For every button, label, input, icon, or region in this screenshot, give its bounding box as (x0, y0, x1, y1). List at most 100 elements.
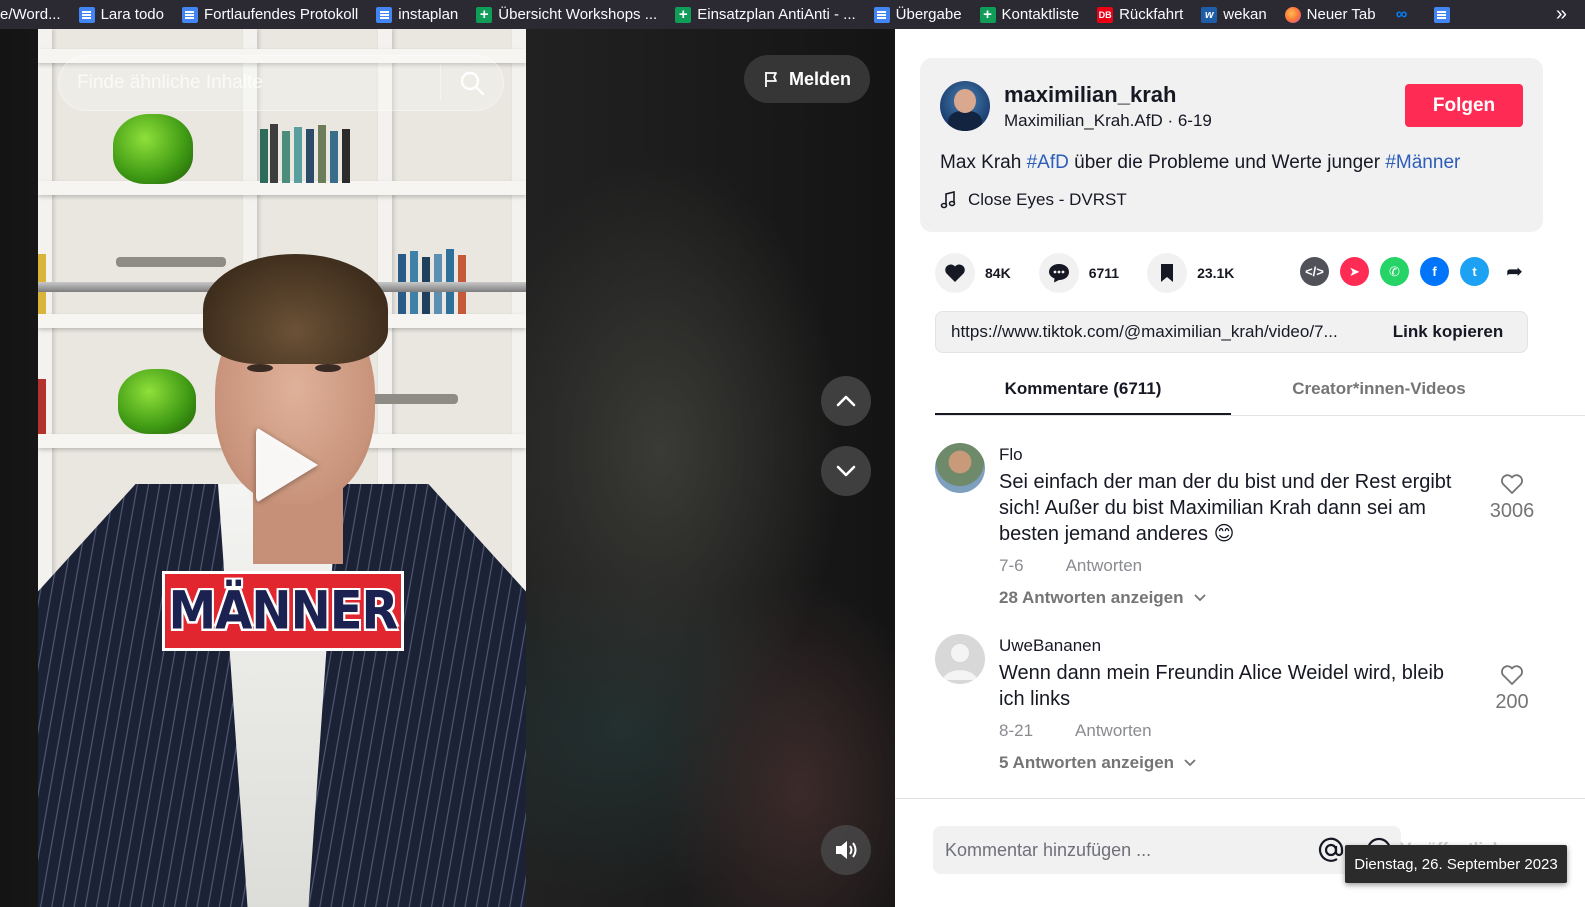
bookmark-item[interactable]: w wekan (1191, 0, 1274, 29)
bookmark-label: Neuer Tab (1306, 6, 1376, 23)
view-replies-button[interactable]: 5 Antworten anzeigen (999, 753, 1196, 773)
chevron-down-icon (1184, 759, 1196, 767)
bookmark-item[interactable]: instaplan (366, 0, 466, 29)
comment-meta: 7-6 Antworten (999, 556, 1142, 576)
hashtag-link[interactable]: #AfD (1027, 152, 1069, 173)
music-link[interactable]: Close Eyes - DVRST (940, 190, 1127, 210)
bookmark-label: e/Word... (0, 6, 61, 23)
chevron-down-icon (836, 465, 856, 477)
bookmark-item[interactable]: Neuer Tab (1275, 0, 1384, 29)
shelf-board (38, 181, 526, 195)
bookmark-icon (1161, 264, 1174, 282)
book (38, 379, 46, 434)
share-arrow-icon[interactable]: ➦ (1500, 257, 1529, 286)
composer-divider (895, 798, 1585, 799)
more-bookmarks-icon[interactable]: » (1556, 3, 1567, 26)
bookmark-label: Lara todo (100, 6, 164, 23)
chevron-down-icon (1193, 594, 1206, 602)
comment-item: UweBananen Wenn dann mein Freundin Alice… (935, 634, 1555, 784)
comment-bubble-icon (1048, 264, 1069, 283)
video-frame[interactable]: MÄNNER (38, 29, 526, 907)
shelf-post (38, 29, 52, 629)
sheets-icon (476, 6, 493, 23)
whatsapp-icon[interactable]: ✆ (1380, 257, 1409, 286)
reply-button[interactable]: Antworten (1066, 556, 1143, 576)
sheets-icon (675, 6, 692, 23)
bookmark-label: Übersicht Workshops ... (498, 6, 658, 23)
report-label: Melden (788, 68, 851, 89)
commenter-avatar[interactable] (935, 443, 985, 493)
heart-outline-icon (1501, 665, 1523, 685)
shelf-post (512, 29, 526, 629)
report-button[interactable]: Melden (744, 55, 870, 103)
bookmark-item[interactable]: Fortlaufendes Protokoll (172, 0, 366, 29)
bookmark-item[interactable]: DB Rückfahrt (1087, 0, 1191, 29)
like-count: 84K (985, 265, 1011, 281)
tab-creator-videos[interactable]: Creator*innen-Videos (1231, 371, 1527, 415)
bookmark-item[interactable]: Einsatzplan AntiAnti - ... (665, 0, 863, 29)
default-avatar-icon (943, 644, 977, 680)
details-panel: maximilian_krah Maximilian_Krah.AfD · 6-… (895, 29, 1585, 907)
facebook-icon[interactable]: f (1420, 257, 1449, 286)
db-icon: DB (1097, 6, 1114, 23)
volume-button[interactable] (821, 825, 871, 875)
meta-icon: ∞ (1395, 5, 1408, 23)
chevron-up-icon (836, 395, 856, 407)
bookmark-item[interactable]: Übergabe (864, 0, 970, 29)
video-url[interactable]: https://www.tiktok.com/@maximilian_krah/… (936, 322, 1369, 342)
wekan-icon: w (1201, 6, 1218, 23)
description-text: Max Krah (940, 152, 1027, 173)
author-avatar[interactable] (940, 81, 990, 131)
bookmark-item[interactable] (1424, 0, 1464, 29)
comment-like-button[interactable]: 200 (1487, 664, 1537, 714)
firefox-icon (1284, 6, 1301, 23)
embed-icon[interactable]: </> (1300, 257, 1329, 286)
comment-input[interactable] (933, 826, 1317, 874)
view-replies-label: 28 Antworten anzeigen (999, 588, 1184, 607)
commenter-name[interactable]: Flo (999, 445, 1023, 465)
comment-like-count: 3006 (1489, 500, 1535, 522)
bookmark-item[interactable]: Übersicht Workshops ... (466, 0, 665, 29)
view-replies-label: 5 Antworten anzeigen (999, 753, 1175, 772)
twitter-icon[interactable]: t (1460, 257, 1489, 286)
copy-link-button[interactable]: Link kopieren (1369, 322, 1527, 342)
comment-button[interactable]: 6711 (1038, 253, 1119, 293)
search-button[interactable] (441, 55, 503, 111)
author-username[interactable]: maximilian_krah (1004, 82, 1176, 108)
reply-button[interactable]: Antworten (1075, 721, 1152, 741)
bookmark-item[interactable]: Lara todo (69, 0, 172, 29)
bookmark-label: Einsatzplan AntiAnti - ... (697, 6, 856, 23)
bookmark-label: Fortlaufendes Protokoll (203, 6, 359, 23)
share-buttons: </> ➤ ✆ f t ➦ (1300, 257, 1529, 286)
video-area: MÄNNER Melden (0, 29, 895, 907)
follow-button[interactable]: Folgen (1405, 84, 1523, 127)
comment-text: Sei einfach der man der du bist und der … (999, 471, 1452, 545)
play-icon[interactable] (256, 427, 318, 503)
link-box: https://www.tiktok.com/@maximilian_krah/… (935, 311, 1528, 353)
save-button[interactable]: 23.1K (1147, 253, 1234, 293)
mention-icon[interactable] (1317, 836, 1345, 864)
bookmark-item[interactable]: e/Word... (0, 0, 69, 29)
flag-icon (765, 72, 777, 87)
comment-item: Flo Sei einfach der man der du bist und … (935, 443, 1555, 613)
bookmark-item[interactable]: ∞ (1384, 0, 1424, 29)
tab-comments[interactable]: Kommentare (6711) (935, 371, 1231, 415)
view-replies-button[interactable]: 28 Antworten anzeigen (999, 588, 1206, 608)
send-to-friends-icon[interactable]: ➤ (1340, 257, 1369, 286)
next-video-button[interactable] (821, 446, 871, 496)
overlay-text: MÄNNER (168, 580, 398, 642)
commenter-name[interactable]: UweBananen (999, 636, 1101, 656)
bookmark-label: instaplan (398, 6, 459, 23)
previous-video-button[interactable] (821, 376, 871, 426)
like-button[interactable]: 84K (935, 253, 1011, 293)
hashtag-link[interactable]: #Männer (1385, 152, 1460, 173)
search-input[interactable] (59, 56, 440, 110)
comment-like-button[interactable]: 3006 (1487, 473, 1537, 523)
description-text: über die Probleme und Werte junger (1068, 152, 1386, 173)
docs-icon (376, 6, 393, 23)
book (294, 127, 302, 183)
docs-icon (181, 6, 198, 23)
bookmark-item[interactable]: Kontaktliste (970, 0, 1088, 29)
commenter-avatar[interactable] (935, 634, 985, 684)
search-bar (58, 55, 504, 111)
